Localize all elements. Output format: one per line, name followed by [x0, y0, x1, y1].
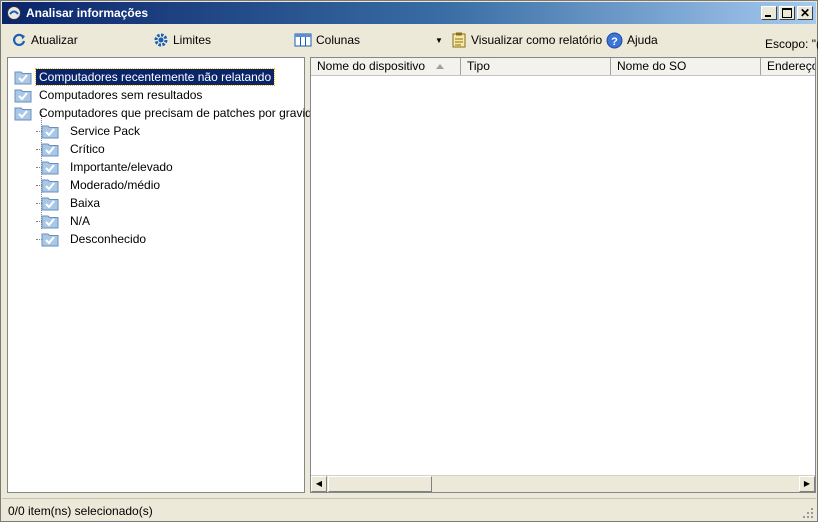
status-bar: 0/0 item(ns) selecionado(s) [2, 498, 816, 521]
refresh-button[interactable]: Atualizar [11, 31, 78, 49]
selection-status: 0/0 item(ns) selecionado(s) [8, 504, 153, 518]
help-icon: ? [606, 32, 623, 48]
scroll-left-button[interactable]: ◀ [311, 476, 327, 492]
title-bar[interactable]: Analisar informações ✕ [2, 2, 816, 24]
app-window: Analisar informações ✕ Atualizar Limites [0, 0, 818, 522]
gear-icon [154, 33, 168, 47]
refresh-label: Atualizar [31, 33, 78, 47]
scope-label: Escopo: "( [765, 37, 818, 51]
tree-child-item[interactable]: Moderado/médio [41, 176, 163, 194]
maximize-button[interactable] [779, 6, 795, 20]
help-button[interactable]: ? Ajuda [606, 31, 658, 49]
tree-item-label: Computadores recentemente não relatando [34, 68, 276, 86]
limits-label: Limites [173, 33, 212, 47]
tree-child-item[interactable]: Importante/elevado [41, 158, 176, 176]
column-header-address[interactable]: Endereço [761, 58, 815, 75]
list-header: Nome do dispositivo Tipo Nome do SO Ende… [311, 58, 815, 76]
app-icon [7, 6, 21, 20]
tree-item-label: Computadores sem resultados [39, 88, 203, 102]
tree-item[interactable]: Computadores sem resultados [14, 86, 205, 104]
clipboard-icon [452, 32, 466, 48]
tree-item-label: Computadores que precisam de patches por… [39, 106, 332, 120]
folder-check-icon [41, 143, 59, 157]
arrow-right-icon: ▶ [803, 479, 811, 488]
columns-button[interactable]: Colunas [294, 31, 360, 49]
folder-check-icon [41, 197, 59, 211]
horizontal-scrollbar[interactable]: ◀ ▶ [311, 475, 815, 492]
folder-check-icon [14, 89, 32, 103]
tree-item-label: Service Pack [70, 124, 141, 138]
scroll-right-button[interactable]: ▶ [799, 476, 815, 492]
columns-label: Colunas [316, 33, 361, 47]
columns-dropdown-button[interactable]: ▼ [435, 31, 443, 49]
tree-child-item[interactable]: Desconhecido [41, 230, 149, 248]
tree-item-label: Desconhecido [70, 232, 147, 246]
tree-child-item[interactable]: Service Pack [41, 122, 143, 140]
folder-check-icon [41, 215, 59, 229]
folder-check-icon [41, 125, 59, 139]
column-header-type[interactable]: Tipo [461, 58, 611, 75]
minimize-button[interactable] [761, 6, 777, 20]
columns-icon [294, 33, 312, 47]
view-as-report-label: Visualizar como relatório [471, 33, 603, 47]
close-button[interactable]: ✕ [797, 6, 813, 20]
resize-grip-icon[interactable] [802, 507, 814, 519]
tree-child-item[interactable]: Crítico [41, 140, 108, 158]
close-icon: ✕ [800, 6, 811, 20]
toolbar: Atualizar Limites Colunas ▼ Visualizar c… [2, 25, 818, 55]
tree-child-item[interactable]: N/A [41, 212, 93, 230]
folder-check-icon [14, 107, 32, 121]
folder-check-icon [41, 233, 59, 247]
tree-child-item[interactable]: Baixa [41, 194, 103, 212]
folder-check-icon [14, 71, 32, 85]
tree-item-label: Moderado/médio [70, 178, 161, 192]
tree-item-label: Baixa [70, 196, 101, 210]
tree-item[interactable]: Computadores recentemente não relatando [14, 68, 276, 86]
view-as-report-button[interactable]: Visualizar como relatório ▼ [451, 31, 620, 49]
arrow-left-icon: ◀ [315, 479, 323, 488]
refresh-icon [13, 33, 26, 46]
tree-item-label: N/A [70, 214, 91, 228]
folder-check-icon [41, 161, 59, 175]
chevron-down-icon: ▼ [435, 35, 443, 45]
minimize-icon [765, 15, 771, 17]
help-label: Ajuda [627, 33, 658, 47]
tree-item-label: Importante/elevado [70, 160, 173, 174]
window-title: Analisar informações [26, 6, 149, 20]
sort-ascending-icon [436, 64, 444, 69]
tree-item[interactable]: Computadores que precisam de patches por… [14, 104, 335, 122]
column-header-device-name[interactable]: Nome do dispositivo [311, 58, 461, 75]
limits-button[interactable]: Limites [153, 31, 211, 49]
scrollbar-thumb[interactable] [328, 476, 432, 492]
tree-item-label: Crítico [70, 142, 105, 156]
results-list: Nome do dispositivo Tipo Nome do SO Ende… [310, 57, 816, 493]
svg-text:?: ? [611, 36, 618, 48]
folder-check-icon [41, 179, 59, 193]
category-tree: Computadores recentemente não relatando C… [7, 57, 332, 493]
column-header-os-name[interactable]: Nome do SO [611, 58, 761, 75]
maximize-icon [782, 8, 792, 18]
